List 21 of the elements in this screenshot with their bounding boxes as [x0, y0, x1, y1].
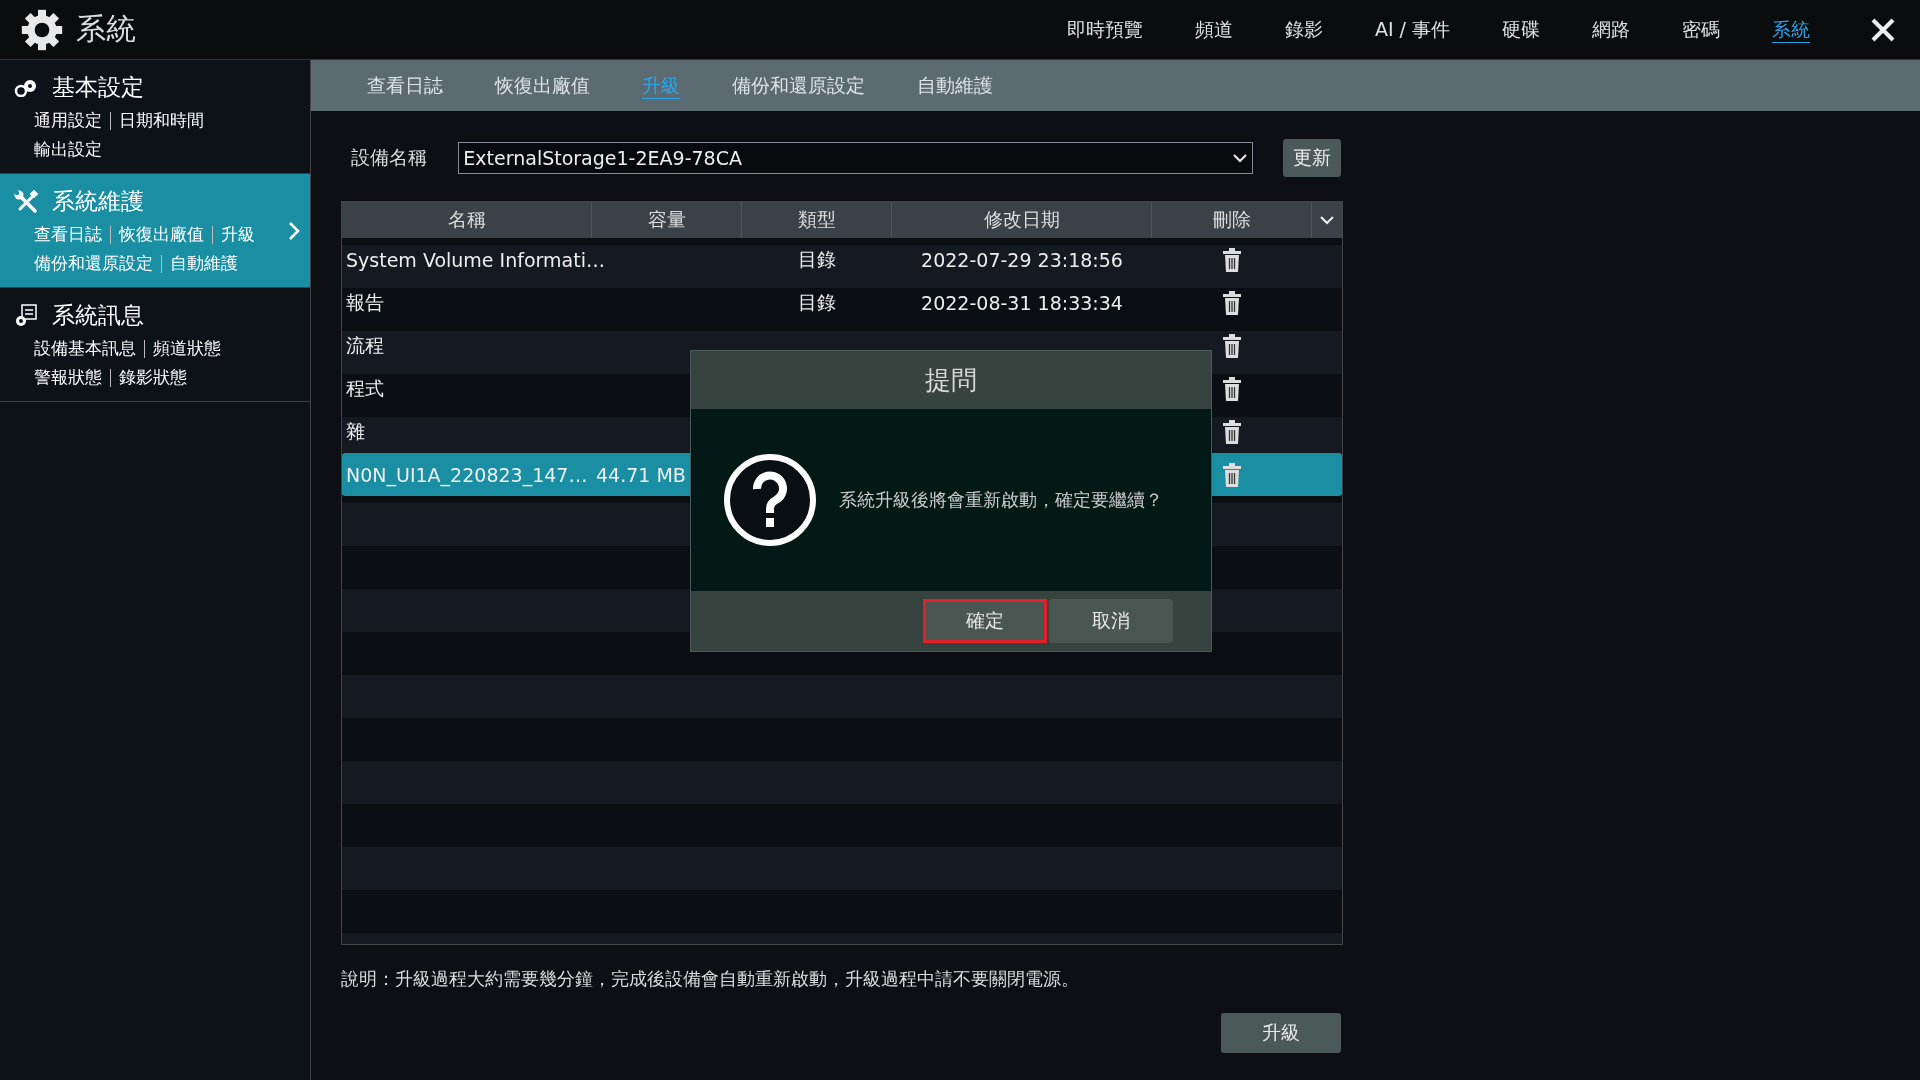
type-cell-text: 目錄	[798, 246, 836, 272]
column-header: 刪除	[1152, 202, 1312, 238]
column-header: 容量	[592, 202, 742, 238]
device-label: 設備名稱	[350, 145, 428, 170]
name-cell-text: System Volume Informati…	[345, 248, 605, 271]
app-title: 系統	[76, 10, 136, 48]
column-header: 類型	[742, 202, 892, 238]
dialog-title: 提問	[925, 363, 977, 397]
name-cell-text: 流程	[345, 332, 384, 358]
name-cell-text: 雜	[345, 418, 365, 444]
name-cell-text: 報告	[345, 289, 384, 315]
name-cell-text: 程式	[345, 375, 384, 401]
column-header: 名稱	[342, 202, 592, 238]
date-cell: 2022-07-29 23:18:56	[921, 248, 1123, 271]
upgrade-note: 說明：升級過程大約需要幾分鐘，完成後設備會自動重新啟動，升級過程中請不要關閉電源。	[341, 967, 1080, 991]
size-cell-text: 44.71 MB	[595, 463, 686, 486]
column-header: 修改日期	[892, 202, 1152, 238]
name-cell-text: N0N_UI1A_220823_147…	[345, 463, 588, 486]
dialog-message: 系統升級後將會重新啟動，確定要繼續？	[839, 488, 1163, 512]
date-cell: 2022-08-31 18:33:34	[921, 291, 1123, 314]
type-cell-text: 目錄	[798, 289, 836, 315]
